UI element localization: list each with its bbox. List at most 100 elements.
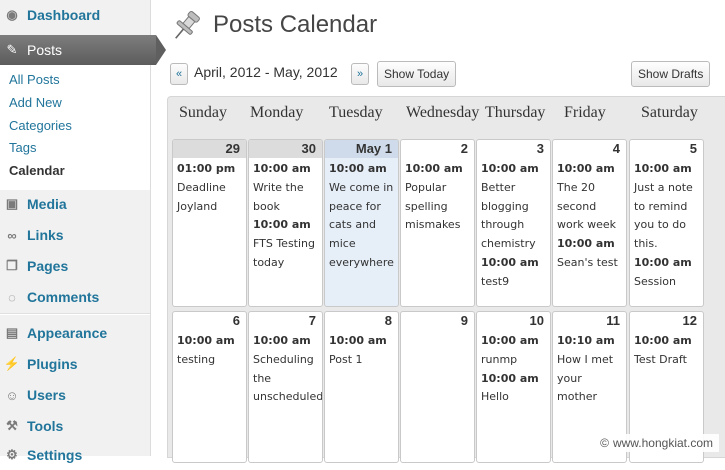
menu-settings-label: Settings xyxy=(27,447,83,463)
push-pin-icon xyxy=(175,10,200,39)
day-number: 5 xyxy=(689,141,697,156)
event-title[interactable]: Session xyxy=(634,273,699,292)
calendar-day[interactable]: 9 xyxy=(400,311,475,463)
page-title: Posts Calendar xyxy=(213,11,378,38)
menu-plugins[interactable]: ⚡ Plugins xyxy=(0,349,150,379)
submenu-calendar[interactable]: Calendar xyxy=(9,163,65,178)
event-time: 10:00 am xyxy=(481,334,539,347)
event-title[interactable]: Test Draft xyxy=(634,351,699,370)
day-number: 10 xyxy=(529,313,544,328)
calendar-day[interactable]: 5 10:00 am Just a note to remind you to … xyxy=(629,139,704,307)
day-header-wednesday: Wednesday xyxy=(406,104,480,121)
calendar-day[interactable]: 2 10:00 am Popular spelling mismakes xyxy=(400,139,475,307)
event-title[interactable]: We come in peace for cats and mice every… xyxy=(329,179,394,273)
next-range-button[interactable]: » xyxy=(351,63,369,85)
event-time: 10:00 am xyxy=(253,334,311,347)
menu-appearance-label: Appearance xyxy=(27,325,108,341)
comment-icon: ◌ xyxy=(8,289,16,305)
prev-range-button[interactable]: « xyxy=(170,63,188,85)
day-header-sunday: Sunday xyxy=(179,104,227,121)
menu-posts-label: Posts xyxy=(27,42,63,58)
event-title[interactable]: Better blogging through chemistry xyxy=(481,179,546,254)
day-header-monday: Monday xyxy=(250,104,304,121)
event-list: 01:00 pm Deadline Joyland xyxy=(173,158,246,216)
menu-plugins-label: Plugins xyxy=(27,356,78,372)
menu-users[interactable]: ☺ Users xyxy=(0,380,150,410)
event-title[interactable]: Scheduling the unscheduled xyxy=(253,351,322,407)
event-time: 10:00 am xyxy=(253,162,311,175)
copyright-icon: © xyxy=(600,436,609,450)
calendar-day[interactable]: 8 10:00 am Post 1 xyxy=(324,311,399,463)
event-title[interactable]: Sean's test xyxy=(557,254,622,273)
event-title[interactable]: Deadline Joyland xyxy=(177,179,242,217)
event-title[interactable]: test9 xyxy=(481,273,546,292)
day-number: 6 xyxy=(232,313,240,328)
event-time: 10:00 am xyxy=(329,162,387,175)
event-title[interactable]: How I met your mother xyxy=(557,351,622,407)
event-title[interactable]: Just a note to remind you to do this. xyxy=(634,179,699,254)
plugin-icon: ⚡ xyxy=(3,356,21,371)
event-time: 10:00 am xyxy=(634,255,692,269)
event-list: 10:00 am We come in peace for cats and m… xyxy=(325,158,398,273)
media-icon: ▣ xyxy=(5,196,19,211)
pin-icon: ✎ xyxy=(6,42,18,57)
menu-media-label: Media xyxy=(27,196,67,212)
event-list: 10:00 am Test Draft xyxy=(630,330,703,370)
event-list: 10:00 am Popular spelling mismakes xyxy=(401,158,474,235)
event-title[interactable]: testing xyxy=(177,351,242,370)
event-list: 10:00 am The 20 second work week 10:00 a… xyxy=(553,158,626,273)
day-number: 8 xyxy=(384,313,392,328)
event-list: 10:00 am Better blogging through chemist… xyxy=(477,158,550,292)
calendar-day[interactable]: 4 10:00 am The 20 second work week 10:00… xyxy=(552,139,627,307)
submenu-add-new[interactable]: Add New xyxy=(9,95,62,110)
menu-tools[interactable]: ⚒ Tools xyxy=(0,411,150,441)
menu-pages-label: Pages xyxy=(27,258,69,274)
menu-posts[interactable]: ✎ Posts xyxy=(0,35,166,65)
calendar-day[interactable]: 30 10:00 am Write the book 10:00 am FTS … xyxy=(248,139,323,307)
day-number: 3 xyxy=(536,141,544,156)
event-list: 10:00 am Write the book 10:00 am FTS Tes… xyxy=(249,158,322,273)
users-icon: ☺ xyxy=(5,387,19,403)
show-today-button[interactable]: Show Today xyxy=(377,61,457,87)
day-number: 12 xyxy=(682,313,697,328)
menu-media[interactable]: ▣ Media xyxy=(0,189,150,219)
day-number: 7 xyxy=(308,313,316,328)
menu-links[interactable]: ∞ Links xyxy=(0,220,150,250)
event-title[interactable]: Post 1 xyxy=(329,351,394,370)
event-title[interactable]: The 20 second work week xyxy=(557,179,622,235)
menu-appearance[interactable]: ▤ Appearance xyxy=(0,318,150,348)
day-number: 11 xyxy=(606,313,620,328)
menu-settings[interactable]: ⚙ Settings xyxy=(0,440,150,470)
submenu-tags[interactable]: Tags xyxy=(9,140,36,155)
event-title[interactable]: Popular spelling mismakes xyxy=(405,179,470,235)
event-title[interactable]: Write the book xyxy=(253,179,318,217)
calendar-day[interactable]: 10 10:00 am runmp 10:00 am Hello xyxy=(476,311,551,463)
submenu-all-posts[interactable]: All Posts xyxy=(9,72,60,87)
menu-dashboard[interactable]: ◉ Dashboard xyxy=(0,0,150,30)
show-drafts-button[interactable]: Show Drafts xyxy=(631,61,711,87)
submenu-categories[interactable]: Categories xyxy=(9,118,72,133)
calendar-day[interactable]: 29 01:00 pm Deadline Joyland xyxy=(172,139,247,307)
day-number: May 1 xyxy=(325,140,398,158)
menu-users-label: Users xyxy=(27,387,66,403)
settings-icon: ⚙ xyxy=(6,447,18,462)
calendar-day[interactable]: 3 10:00 am Better blogging through chemi… xyxy=(476,139,551,307)
event-time: 10:00 am xyxy=(634,162,692,175)
day-number: 2 xyxy=(460,141,468,156)
event-time: 10:00 am xyxy=(634,334,692,347)
menu-comments-label: Comments xyxy=(27,289,100,305)
calendar-day[interactable]: 7 10:00 am Scheduling the unscheduled xyxy=(248,311,323,463)
event-title[interactable]: runmp xyxy=(481,351,546,370)
calendar-day-today[interactable]: May 1 10:00 am We come in peace for cats… xyxy=(324,139,399,307)
event-list: 10:00 am runmp 10:00 am Hello xyxy=(477,330,550,407)
calendar-day[interactable]: 6 10:00 am testing xyxy=(172,311,247,463)
menu-comments[interactable]: ◌ Comments xyxy=(0,282,150,312)
event-time: 10:00 am xyxy=(481,255,539,269)
day-header-saturday: Saturday xyxy=(641,104,698,121)
link-icon: ∞ xyxy=(7,227,17,243)
event-time: 10:00 am xyxy=(405,162,463,175)
day-header-tuesday: Tuesday xyxy=(329,104,383,121)
event-title[interactable]: FTS Testing today xyxy=(253,235,318,273)
menu-pages[interactable]: ❐ Pages xyxy=(0,251,150,281)
event-title[interactable]: Hello xyxy=(481,388,546,407)
